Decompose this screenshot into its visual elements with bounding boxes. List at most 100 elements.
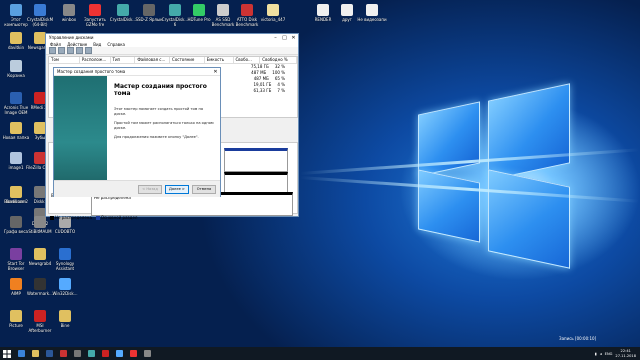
desktop-icon[interactable]: Win32Disk...	[50, 278, 80, 296]
taskbar-app[interactable]	[14, 347, 28, 360]
app-icon	[34, 216, 46, 228]
app-icon	[10, 122, 22, 134]
refresh-icon[interactable]	[85, 47, 92, 54]
taskbar-app[interactable]	[98, 347, 112, 360]
app-icon	[10, 186, 22, 198]
start-button[interactable]	[0, 347, 14, 360]
close-icon[interactable]: ✕	[211, 69, 220, 75]
properties-icon[interactable]	[67, 47, 74, 54]
window-title: Управление дисками	[49, 35, 94, 40]
desktop-icon[interactable]: Корзина	[1, 60, 31, 78]
maximize-icon[interactable]: □	[280, 35, 289, 41]
menu-help[interactable]: Справка	[107, 42, 125, 47]
taskbar-app[interactable]	[112, 347, 126, 360]
taskbar-app[interactable]	[28, 347, 42, 360]
task-view-icon	[17, 350, 25, 357]
app-icon	[10, 278, 22, 290]
col-header[interactable]: Свободно %	[260, 57, 297, 63]
app-icon	[366, 4, 378, 16]
taskbar-app[interactable]	[70, 347, 84, 360]
back-icon[interactable]	[49, 47, 56, 54]
app-icon	[34, 310, 46, 322]
volume-icon[interactable]: ◂	[600, 352, 602, 356]
taskbar-app[interactable]	[42, 347, 56, 360]
app-icon	[10, 32, 22, 44]
app-icon	[10, 92, 22, 104]
help-icon[interactable]	[76, 47, 83, 54]
next-button[interactable]: Далее >	[165, 185, 189, 194]
col-header[interactable]: Свобо...	[234, 57, 261, 63]
app-icon	[63, 4, 75, 16]
app-icon	[45, 350, 53, 357]
free-cell: 61,33 ГБ	[253, 88, 272, 93]
desktop-icon[interactable]: Synology Assistant	[50, 248, 80, 271]
wallpaper-pane	[488, 83, 570, 181]
minimize-icon[interactable]: –	[271, 35, 280, 41]
taskbar-app[interactable]	[84, 347, 98, 360]
taskbar-app[interactable]	[56, 347, 70, 360]
table-row[interactable]: 75,18 ГБ 32 %	[251, 64, 285, 69]
desktop-icon-label: CrystalDiskM (64-Bit)	[26, 17, 54, 27]
taskbar-app[interactable]	[140, 347, 154, 360]
app-icon	[10, 248, 22, 260]
col-header[interactable]: Располож...	[80, 57, 111, 63]
app-icon	[143, 4, 155, 16]
window-titlebar[interactable]: Управление дисками – □ ✕	[46, 34, 298, 41]
menu-action[interactable]: Действие	[67, 42, 87, 47]
app-icon	[10, 216, 22, 228]
col-header[interactable]: Состояние	[170, 57, 205, 63]
desktop-icon[interactable]: Bandicam 2	[1, 186, 31, 204]
col-header[interactable]: Емкость	[205, 57, 234, 63]
clock-date: 27.11.2018	[615, 353, 636, 358]
legend-item: Не распределена	[50, 215, 92, 220]
app-icon	[89, 4, 101, 16]
menu-view[interactable]: Вид	[93, 42, 101, 47]
desktop-icon[interactable]: Запустить GZMo fre	[80, 4, 110, 27]
wizard-title: Мастер создания простого тома	[57, 69, 126, 74]
desktop-icon[interactable]: Вine	[50, 310, 80, 328]
desktop-icon[interactable]: victoria_447	[258, 4, 288, 22]
app-icon	[143, 350, 151, 357]
wizard-titlebar[interactable]: Мастер создания простого тома ✕	[54, 68, 220, 76]
app-icon	[59, 350, 67, 357]
col-header[interactable]: Тип	[111, 57, 136, 63]
desktop-icon-label: Вine	[60, 323, 70, 328]
free-cell: 19,01 ГБ	[253, 82, 272, 87]
table-row[interactable]: 19,01 ГБ 4 %	[253, 82, 285, 87]
taskbar-app[interactable]	[126, 347, 140, 360]
desktop-icon-label: Не видеозапи	[357, 17, 387, 22]
app-icon	[73, 350, 81, 357]
pct-cell: 4 %	[277, 82, 285, 87]
menu-file[interactable]: Файл	[50, 42, 61, 47]
close-icon[interactable]: ✕	[289, 35, 298, 41]
desktop-icon-label: Запустить GZMo fre	[84, 17, 106, 27]
table-row[interactable]: 61,33 ГБ 7 %	[253, 88, 285, 93]
partition-primary[interactable]	[224, 148, 288, 172]
forward-icon[interactable]	[58, 47, 65, 54]
col-header[interactable]: Том	[49, 57, 80, 63]
back-button[interactable]: < Назад	[138, 185, 162, 194]
app-icon	[34, 4, 46, 16]
new-volume-wizard[interactable]: Мастер создания простого тома ✕ Мастер с…	[53, 67, 221, 197]
network-icon[interactable]: ▮	[595, 352, 597, 356]
table-row[interactable]: 487 МБ 100 %	[251, 70, 285, 75]
windows-logo-icon	[3, 349, 11, 358]
desktop-icon[interactable]: CrystalDiskM (64-Bit)	[25, 4, 55, 27]
app-icon	[59, 278, 71, 290]
pct-cell: 100 %	[272, 70, 285, 75]
wizard-text: Для продолжения нажмите кнопку "Далее".	[114, 135, 199, 139]
language-indicator[interactable]: ENG	[605, 352, 613, 356]
free-cell: 75,18 ГБ	[250, 64, 269, 69]
app-icon	[59, 310, 71, 322]
cancel-button[interactable]: Отмена	[192, 185, 216, 194]
legend: Не распределена Основной раздел	[50, 215, 137, 220]
system-tray: ▮ ◂ ENG 22:41 27.11.2018	[595, 349, 640, 358]
legend-primary-label: Основной раздел	[100, 215, 138, 220]
col-header[interactable]: Файловая с...	[135, 57, 171, 63]
table-row[interactable]: 487 МБ 65 %	[254, 76, 285, 81]
desktop-icon[interactable]: Не видеозапи	[357, 4, 387, 22]
clock[interactable]: 22:41 27.11.2018	[615, 349, 636, 358]
app-icon	[10, 60, 22, 72]
app-icon	[87, 350, 95, 357]
app-icon	[241, 4, 253, 16]
